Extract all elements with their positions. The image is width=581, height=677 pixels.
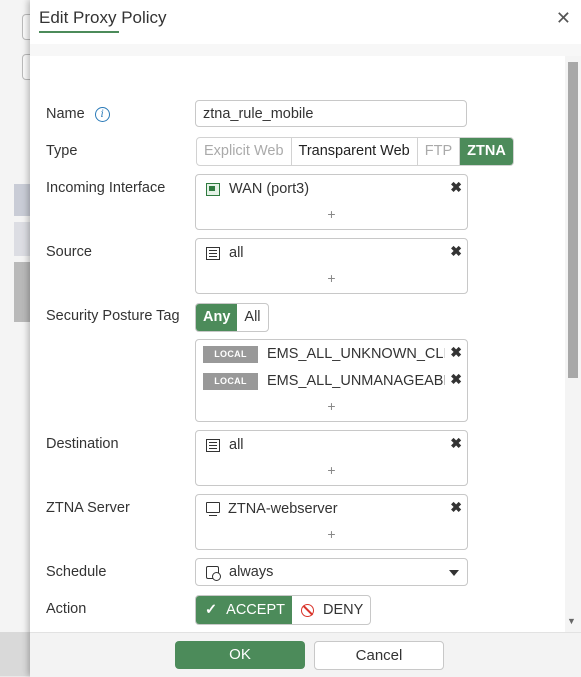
type-option-ftp[interactable]: FTP [418,138,461,165]
local-badge: LOCAL [203,372,258,390]
add-interface-button[interactable]: + [196,206,467,222]
action-accept-option[interactable]: ✓ ACCEPT [196,596,292,624]
add-destination-button[interactable]: + [196,462,467,478]
add-ztna-server-button[interactable]: + [196,526,467,542]
schedule-icon [206,565,221,581]
address-icon [206,438,220,452]
accept-label: ACCEPT [226,602,285,618]
remove-icon[interactable]: ✖ [450,243,462,260]
type-option-explicit-web[interactable]: Explicit Web [197,138,292,165]
add-source-button[interactable]: + [196,270,467,286]
address-icon [206,246,220,260]
list-item: LOCAL EMS_ALL_UNMANAGEABLE_CLIENTS [203,370,445,392]
server-icon [206,502,220,516]
action-deny-option[interactable]: DENY [292,596,370,624]
dialog-header: Edit Proxy Policy ✕ [30,0,581,44]
security-posture-tag-field: LOCAL EMS_ALL_UNKNOWN_CLIENTS ✖ LOCAL EM… [195,339,468,422]
remove-icon[interactable]: ✖ [450,435,462,452]
type-option-ztna[interactable]: ZTNA [460,138,513,165]
interface-name: WAN (port3) [229,181,310,197]
remove-icon[interactable]: ✖ [450,499,462,516]
scroll-down-arrow-icon[interactable]: ▼ [567,616,576,626]
source-label: Source [46,244,92,260]
posture-tag-name: EMS_ALL_UNKNOWN_CLIENTS [267,346,445,362]
cancel-button[interactable]: Cancel [314,641,444,670]
posture-tag-name: EMS_ALL_UNMANAGEABLE_CLIENTS [267,373,445,389]
action-selector: ✓ ACCEPT DENY [195,595,372,625]
destination-field: all ✖ + [195,430,468,486]
name-label: Name i [46,106,110,122]
info-icon[interactable]: i [94,107,110,122]
add-posture-tag-button[interactable]: + [196,398,467,414]
dialog-footer: OK Cancel [30,632,581,677]
header-divider [30,44,581,56]
list-item: WAN (port3) [206,178,309,200]
close-icon[interactable]: ✕ [556,8,571,29]
remove-icon[interactable]: ✖ [450,344,462,361]
schedule-value: always [229,564,274,580]
ztna-server-field: ZTNA-webserver ✖ + [195,494,468,550]
posture-all-option[interactable]: All [237,304,267,331]
posture-match-toggle: Any All [195,303,269,332]
destination-label: Destination [46,436,119,452]
ztna-server-name: ZTNA-webserver [228,501,338,517]
title-underline [39,31,119,33]
deny-icon [300,603,314,617]
name-input[interactable]: ztna_rule_mobile [195,100,467,127]
type-selector: Explicit Web Transparent Web FTP ZTNA [196,137,514,166]
list-item: LOCAL EMS_ALL_UNKNOWN_CLIENTS [203,343,445,365]
local-badge: LOCAL [203,345,258,363]
remove-icon[interactable]: ✖ [450,179,462,196]
posture-any-option[interactable]: Any [196,304,238,331]
destination-name: all [229,437,244,453]
incoming-interface-field: WAN (port3) ✖ + [195,174,468,230]
ok-button[interactable]: OK [175,641,305,669]
port-icon [206,182,220,196]
edit-proxy-policy-dialog: Edit Proxy Policy ✕ ▼ Name i ztna_rule_mo… [30,0,581,677]
security-posture-tag-label: Security Posture Tag [46,308,180,324]
scrollbar-thumb[interactable] [568,62,578,378]
source-name: all [229,245,244,261]
ztna-server-label: ZTNA Server [46,500,130,516]
list-item: all [206,242,244,264]
type-option-transparent-web[interactable]: Transparent Web [292,138,418,165]
chevron-down-icon [449,570,459,576]
dialog-title: Edit Proxy Policy [39,8,167,27]
schedule-label: Schedule [46,564,107,580]
deny-label: DENY [322,602,364,618]
name-label-text: Name [46,106,85,122]
action-label: Action [46,601,87,617]
incoming-interface-label: Incoming Interface [46,180,166,196]
type-label: Type [46,143,78,159]
source-field: all ✖ + [195,238,468,294]
list-item: ZTNA-webserver [206,498,338,520]
check-icon: ✓ [205,602,218,618]
remove-icon[interactable]: ✖ [450,371,462,388]
list-item: all [206,434,244,456]
schedule-select[interactable]: always [195,558,468,586]
